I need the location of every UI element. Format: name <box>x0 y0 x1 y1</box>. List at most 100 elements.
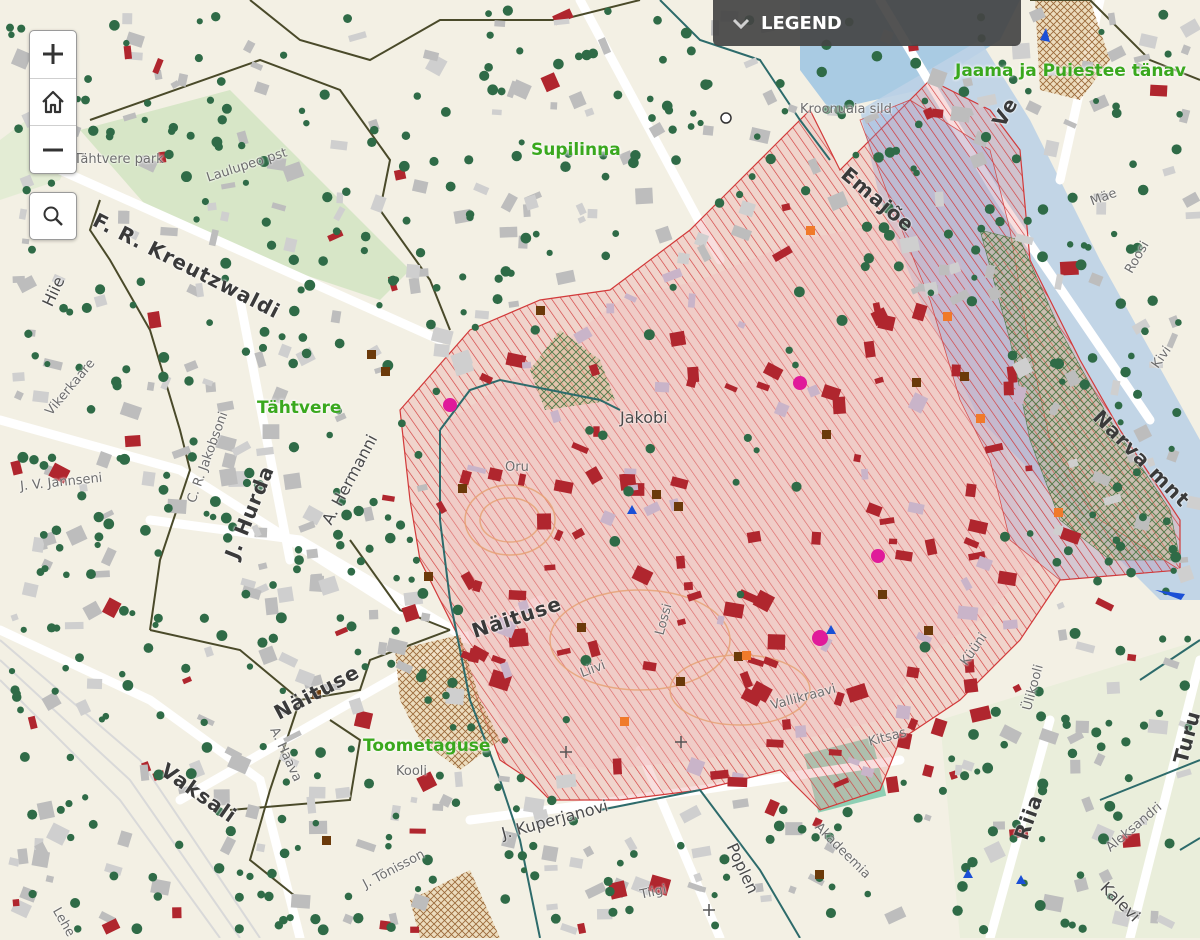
building <box>832 396 847 415</box>
tree <box>211 12 221 22</box>
tree <box>346 621 357 632</box>
minus-icon <box>43 148 63 152</box>
tree <box>264 891 274 902</box>
tree <box>974 768 981 775</box>
tree <box>279 51 288 59</box>
tree <box>1115 645 1126 656</box>
tree <box>44 360 51 368</box>
tree <box>143 99 152 107</box>
tree <box>893 261 904 272</box>
tree <box>397 419 406 428</box>
tree <box>319 89 330 100</box>
building <box>410 926 420 933</box>
tree <box>562 715 570 724</box>
building <box>546 903 558 911</box>
tree <box>864 890 872 898</box>
building <box>1003 381 1014 396</box>
building <box>544 864 558 872</box>
brown-marker <box>322 836 331 845</box>
building <box>86 678 103 690</box>
tree <box>65 799 73 808</box>
tree <box>318 256 328 266</box>
tree <box>1147 295 1158 306</box>
tree <box>511 150 522 162</box>
tree <box>312 819 320 827</box>
tree <box>653 15 662 25</box>
tree <box>778 805 788 815</box>
tree <box>336 540 345 550</box>
tree <box>952 905 963 916</box>
search-button[interactable] <box>29 192 77 240</box>
building <box>544 564 556 571</box>
tree <box>597 430 608 441</box>
brown-marker <box>878 590 887 599</box>
tree <box>154 549 162 557</box>
tree <box>550 913 561 924</box>
tree <box>289 305 300 317</box>
tree <box>344 892 353 901</box>
tree <box>1063 546 1073 556</box>
tree <box>353 505 364 517</box>
building <box>262 424 280 440</box>
tree <box>765 834 775 844</box>
tree <box>158 484 169 495</box>
tree <box>93 511 104 523</box>
building <box>683 581 694 591</box>
tree <box>613 90 623 100</box>
tree <box>386 922 396 933</box>
tree <box>532 230 540 238</box>
tree <box>393 574 400 582</box>
tree <box>494 274 503 283</box>
tree <box>268 633 279 644</box>
tree <box>753 447 760 454</box>
building <box>766 739 784 748</box>
zoom-in-button[interactable] <box>30 31 76 78</box>
tree <box>958 86 970 98</box>
tree <box>163 503 173 513</box>
tree <box>123 39 130 47</box>
building <box>141 471 156 487</box>
orange-marker <box>742 651 751 660</box>
tree <box>259 326 270 337</box>
tree <box>414 886 422 893</box>
home-button[interactable] <box>30 77 76 126</box>
tree <box>56 805 65 814</box>
tree <box>711 921 720 930</box>
tree <box>1091 727 1102 738</box>
tree <box>257 890 266 899</box>
building <box>368 609 379 620</box>
tree <box>1093 576 1102 586</box>
tree <box>269 581 277 589</box>
tree <box>753 133 761 140</box>
tree <box>28 245 36 254</box>
legend-toggle[interactable]: LEGEND <box>713 0 1021 46</box>
tree <box>201 742 213 753</box>
tree <box>452 604 464 616</box>
building <box>1070 759 1081 774</box>
tree <box>781 107 789 115</box>
tree <box>1112 536 1121 545</box>
tree <box>1133 389 1143 399</box>
tree <box>313 772 321 780</box>
magenta-marker <box>871 549 885 563</box>
tree <box>1023 216 1032 225</box>
tree <box>995 216 1005 227</box>
tree <box>234 892 244 902</box>
tree <box>203 510 210 517</box>
tree <box>70 897 81 909</box>
tree <box>158 371 169 382</box>
building <box>727 776 748 788</box>
tree <box>1067 748 1078 759</box>
tree <box>279 848 290 859</box>
building <box>21 238 30 245</box>
tree <box>317 924 329 936</box>
building <box>308 786 326 799</box>
building <box>123 45 133 60</box>
tree <box>156 711 165 720</box>
tree <box>646 95 654 103</box>
building <box>146 381 155 391</box>
building <box>474 310 490 320</box>
tree <box>517 851 528 861</box>
building <box>290 893 311 909</box>
zoom-out-button[interactable] <box>30 125 76 173</box>
